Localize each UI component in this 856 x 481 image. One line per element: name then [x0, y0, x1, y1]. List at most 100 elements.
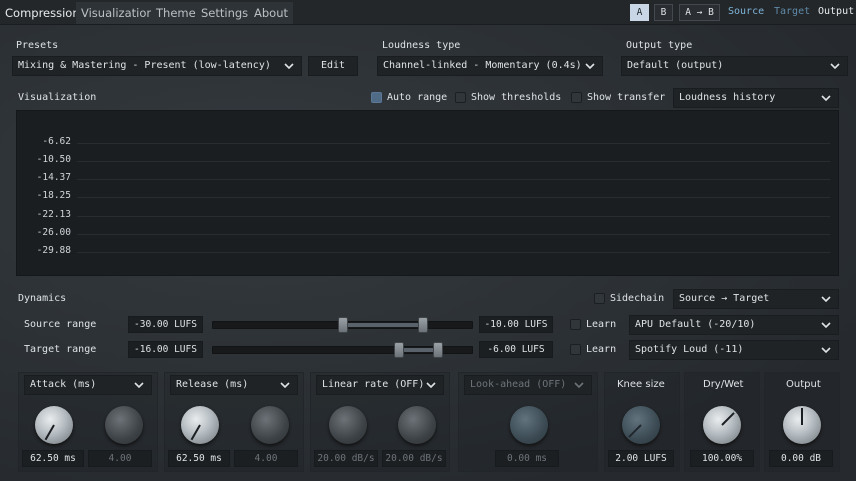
chevron-down-icon — [830, 63, 840, 70]
preset-b-button[interactable]: B — [654, 4, 673, 21]
knob-pointer — [721, 412, 735, 426]
chevron-down-icon — [426, 382, 436, 389]
tab-theme[interactable]: Theme — [151, 2, 201, 24]
target-range-slider[interactable] — [212, 342, 473, 358]
source-range-preset-value: APU Default (-20/10) — [635, 319, 756, 330]
visualization-mode-dropdown[interactable]: Loudness history — [673, 88, 839, 108]
attack-secondary-knob[interactable] — [105, 406, 143, 444]
linear-rate-dropdown[interactable]: Linear rate (OFF) — [316, 375, 444, 395]
grid-line — [77, 179, 830, 180]
release-secondary-value[interactable]: 4.00 — [234, 450, 298, 467]
presets-label: Presets — [16, 40, 59, 51]
source-range-low-handle[interactable] — [337, 317, 348, 333]
auto-range-checkbox[interactable] — [371, 92, 382, 103]
chevron-down-icon — [821, 322, 831, 329]
target-range-low-handle[interactable] — [394, 342, 405, 358]
attack-dropdown[interactable]: Attack (ms) — [24, 375, 152, 395]
drywet-value[interactable]: 100.00% — [690, 450, 754, 467]
y-tick-label: -6.62 — [42, 136, 71, 147]
y-tick-label: -10.50 — [36, 154, 71, 165]
chevron-down-icon — [280, 382, 290, 389]
source-range-min-field[interactable]: -30.00 LUFS — [128, 316, 203, 333]
target-link[interactable]: Target — [774, 6, 810, 17]
show-transfer-checkbox[interactable] — [571, 92, 582, 103]
tab-compression[interactable]: Compression — [0, 2, 85, 24]
grid-line — [77, 143, 830, 144]
grid-line — [77, 234, 830, 235]
attack-value[interactable]: 62.50 ms — [22, 450, 84, 467]
source-link[interactable]: Source — [728, 6, 764, 17]
grid-line — [77, 216, 830, 217]
presets-dropdown[interactable]: Mixing & Mastering - Present (low-latenc… — [12, 56, 302, 76]
auto-range-label: Auto range — [387, 92, 448, 103]
sidechain-routing-value: Source → Target — [679, 293, 770, 304]
source-range-label: Source range — [24, 319, 97, 330]
look-ahead-dropdown[interactable]: Look-ahead (OFF) — [464, 375, 592, 395]
loudness-type-dropdown[interactable]: Channel-linked - Momentary (0.4s) — [377, 56, 603, 76]
release-value[interactable]: 62.50 ms — [168, 450, 230, 467]
top-bar: Compression Visualization Theme Settings… — [0, 0, 856, 25]
attack-secondary-value[interactable]: 4.00 — [88, 450, 152, 467]
visualization-mode-value: Loudness history — [679, 92, 776, 103]
preset-a-button[interactable]: A — [630, 4, 649, 21]
edit-preset-button[interactable]: Edit — [308, 56, 358, 76]
grid-line — [77, 161, 830, 162]
y-tick-label: -14.37 — [36, 172, 71, 183]
source-range-max-field[interactable]: -10.00 LUFS — [479, 316, 553, 333]
release-secondary-knob[interactable] — [251, 406, 289, 444]
output-type-value: Default (output) — [627, 60, 724, 71]
knee-value[interactable]: 2.00 LUFS — [608, 450, 674, 467]
output-value[interactable]: 0.00 dB — [769, 450, 833, 467]
release-knob[interactable] — [181, 406, 219, 444]
output-type-dropdown[interactable]: Default (output) — [621, 56, 848, 76]
tab-about[interactable]: About — [249, 2, 294, 24]
knob-pointer — [801, 408, 803, 425]
target-range-preset-dropdown[interactable]: Spotify Loud (-11) — [629, 340, 839, 360]
drywet-label: Dry/Wet — [703, 379, 744, 390]
tab-visualization[interactable]: Visualization — [76, 2, 159, 24]
target-learn-label: Learn — [586, 344, 617, 355]
show-thresholds-checkbox[interactable] — [455, 92, 466, 103]
linear-rate-secondary-value[interactable]: 20.00 dB/s — [382, 450, 446, 467]
sidechain-routing-dropdown[interactable]: Source → Target — [673, 289, 839, 309]
tab-settings[interactable]: Settings — [196, 2, 254, 24]
release-dropdown[interactable]: Release (ms) — [170, 375, 298, 395]
linear-rate-value[interactable]: 20.00 dB/s — [314, 450, 378, 467]
linear-rate-knob[interactable] — [329, 406, 367, 444]
knee-knob[interactable] — [622, 406, 660, 444]
target-range-high-handle[interactable] — [433, 342, 444, 358]
output-type-label: Output type — [626, 40, 693, 51]
target-learn-checkbox[interactable] — [570, 344, 581, 355]
drywet-knob[interactable] — [703, 406, 741, 444]
output-knob[interactable] — [783, 406, 821, 444]
chevron-down-icon — [574, 382, 584, 389]
source-learn-checkbox[interactable] — [570, 319, 581, 330]
copy-a-to-b-button[interactable]: A → B — [679, 4, 720, 21]
sidechain-checkbox[interactable] — [594, 293, 605, 304]
loudness-type-value: Channel-linked - Momentary (0.4s) — [383, 60, 582, 71]
target-range-min-field[interactable]: -16.00 LUFS — [128, 341, 203, 358]
target-range-label: Target range — [24, 344, 97, 355]
source-range-slider[interactable] — [212, 317, 473, 333]
dynamics-label: Dynamics — [18, 293, 67, 304]
look-ahead-knob[interactable] — [510, 406, 548, 444]
look-ahead-value[interactable]: 0.00 ms — [495, 450, 559, 467]
chevron-down-icon — [284, 63, 294, 70]
output-link[interactable]: Output — [818, 6, 854, 17]
y-tick-label: -26.00 — [36, 227, 71, 238]
source-range-fill — [342, 323, 423, 327]
source-range-preset-dropdown[interactable]: APU Default (-20/10) — [629, 315, 839, 335]
linear-rate-secondary-knob[interactable] — [398, 406, 436, 444]
chevron-down-icon — [821, 95, 831, 102]
y-tick-label: -18.25 — [36, 190, 71, 201]
attack-knob[interactable] — [35, 406, 73, 444]
y-tick-label: -22.13 — [36, 209, 71, 220]
target-range-max-field[interactable]: -6.00 LUFS — [479, 341, 553, 358]
chevron-down-icon — [821, 296, 831, 303]
loudness-history-graph: -6.62 -10.50 -14.37 -18.25 -22.13 -26.00… — [16, 110, 839, 276]
visualization-label: Visualization — [18, 92, 97, 103]
source-range-high-handle[interactable] — [417, 317, 428, 333]
source-learn-label: Learn — [586, 319, 617, 330]
loudness-type-label: Loudness type — [382, 40, 461, 51]
attack-label: Attack (ms) — [30, 379, 97, 390]
